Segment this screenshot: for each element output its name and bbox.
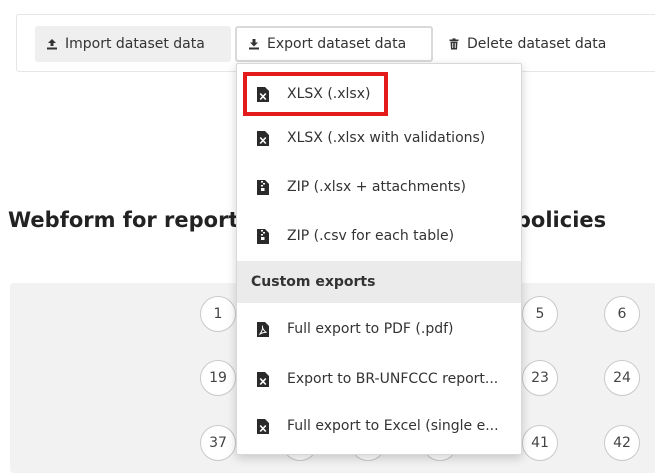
table-number-button[interactable]: 5 (522, 296, 558, 332)
export-xlsx-item[interactable]: XLSX (.xlsx) (237, 72, 521, 116)
export-xlsx-validations-label: XLSX (.xlsx with validations) (287, 130, 486, 146)
upload-icon (47, 39, 57, 50)
import-dataset-button[interactable]: Import dataset data (35, 26, 231, 62)
custom-exports-header: Custom exports (237, 261, 521, 303)
export-zip-xlsx-item[interactable]: ZIP (.xlsx + attachments) (237, 165, 521, 209)
download-icon (249, 39, 259, 50)
export-zip-csv-label: ZIP (.csv for each table) (287, 228, 455, 244)
file-excel-icon (257, 418, 269, 434)
table-number-button[interactable]: 37 (200, 425, 236, 461)
export-dataset-button[interactable]: Export dataset data (235, 26, 433, 62)
table-number-button[interactable]: 42 (604, 425, 640, 461)
export-zip-csv-item[interactable]: ZIP (.csv for each table) (237, 214, 521, 258)
table-number-button[interactable]: 41 (522, 425, 558, 461)
export-excel-single-item[interactable]: Full export to Excel (single e... (237, 404, 521, 448)
file-archive-icon (257, 228, 269, 244)
file-excel-icon (257, 86, 269, 102)
table-number-button[interactable]: 23 (522, 360, 558, 396)
export-excel-single-label: Full export to Excel (single e... (287, 418, 499, 434)
delete-dataset-label: Delete dataset data (467, 36, 607, 52)
table-number-button[interactable]: 24 (604, 360, 640, 396)
table-number-button[interactable]: 6 (604, 296, 640, 332)
export-dropdown-menu: XLSX (.xlsx) XLSX (.xlsx with validation… (236, 63, 522, 455)
delete-dataset-button[interactable]: Delete dataset data (437, 26, 647, 62)
file-archive-icon (257, 179, 269, 195)
trash-icon (449, 38, 459, 50)
file-excel-icon (257, 130, 269, 146)
file-excel-icon (257, 371, 269, 387)
export-xlsx-validations-item[interactable]: XLSX (.xlsx with validations) (237, 116, 521, 160)
export-xlsx-label: XLSX (.xlsx) (287, 86, 371, 102)
table-number-button[interactable]: 19 (200, 360, 236, 396)
import-dataset-label: Import dataset data (65, 36, 205, 52)
export-pdf-item[interactable]: Full export to PDF (.pdf) (237, 307, 521, 351)
export-zip-xlsx-label: ZIP (.xlsx + attachments) (287, 179, 466, 195)
file-pdf-icon (257, 321, 269, 337)
export-br-unfccc-label: Export to BR-UNFCCC report... (287, 371, 499, 387)
export-br-unfccc-item[interactable]: Export to BR-UNFCCC report... (237, 357, 521, 401)
export-dataset-label: Export dataset data (267, 36, 407, 52)
export-pdf-label: Full export to PDF (.pdf) (287, 321, 454, 337)
table-number-button[interactable]: 1 (200, 296, 236, 332)
